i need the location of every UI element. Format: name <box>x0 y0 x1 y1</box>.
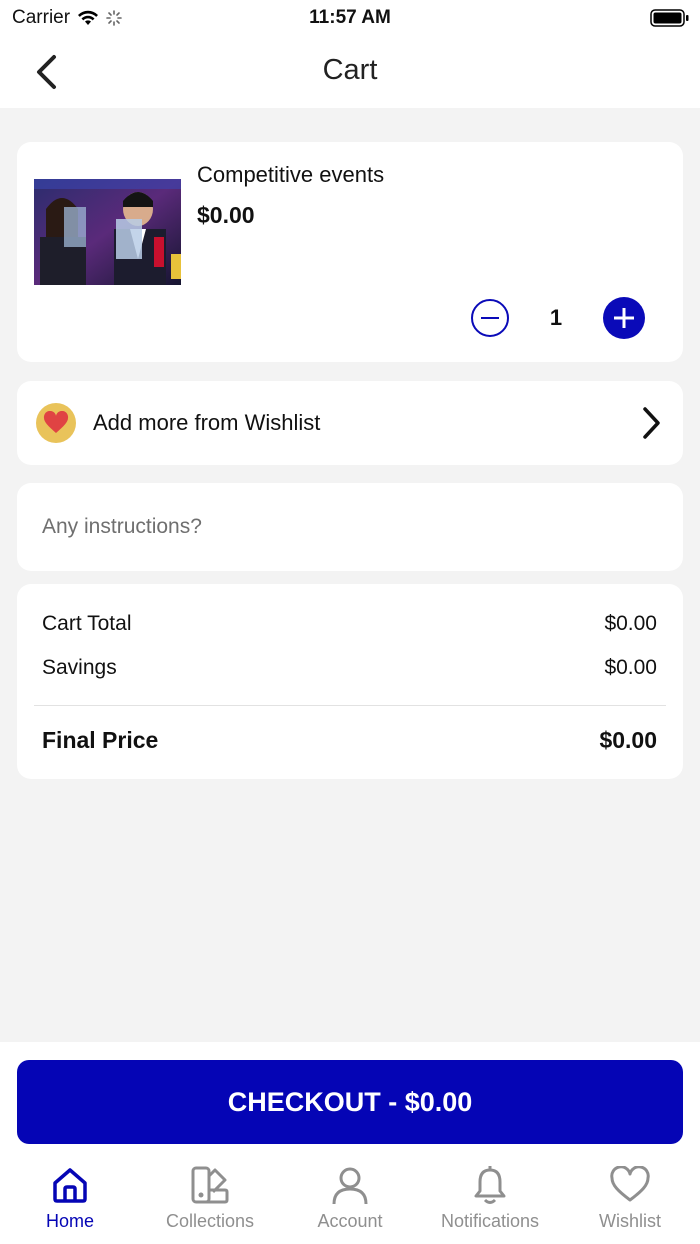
tab-notifications-label: Notifications <box>440 1211 540 1231</box>
item-price: $0.00 <box>197 202 255 228</box>
home-icon <box>53 1168 87 1203</box>
page-title: Cart <box>322 54 378 86</box>
navigation-bar: Cart <box>0 36 700 108</box>
minus-icon <box>481 317 499 319</box>
battery-icon <box>650 9 689 27</box>
account-icon <box>332 1167 368 1205</box>
bell-icon <box>474 1166 506 1204</box>
tab-wishlist[interactable]: Wishlist <box>560 1160 700 1244</box>
chevron-right-icon <box>643 407 660 439</box>
wishlist-heart-icon <box>36 403 76 443</box>
tab-collections-label: Collections <box>165 1211 255 1231</box>
increase-quantity-button[interactable] <box>603 297 645 339</box>
wishlist-row-label: Add more from Wishlist <box>93 410 321 435</box>
heart-icon <box>610 1166 650 1202</box>
collections-icon <box>191 1166 229 1204</box>
status-bar: Carrier 11:57 AM <box>0 0 700 36</box>
tab-home[interactable]: Home <box>0 1160 140 1244</box>
final-price-value: $0.00 <box>599 727 657 753</box>
quantity-value: 1 <box>549 305 563 330</box>
tab-account-label: Account <box>317 1211 383 1231</box>
event-photo-image <box>34 179 181 285</box>
tab-home-label: Home <box>45 1211 94 1231</box>
quantity-stepper: 1 <box>471 297 645 339</box>
tab-wishlist-label: Wishlist <box>599 1211 661 1231</box>
cart-total-value: $0.00 <box>604 612 657 635</box>
item-thumbnail[interactable] <box>34 179 181 285</box>
cart-item-card: Competitive events $0.00 1 <box>17 142 683 362</box>
savings-value: $0.00 <box>604 656 657 679</box>
price-summary-card: Cart Total $0.00 Savings $0.00 Final Pri… <box>17 584 683 779</box>
final-price-row: Final Price $0.00 <box>42 727 657 754</box>
instructions-input[interactable] <box>42 507 642 547</box>
tab-account[interactable]: Account <box>280 1160 420 1244</box>
final-price-label: Final Price <box>42 727 159 753</box>
cart-total-label: Cart Total <box>42 612 132 635</box>
instructions-card <box>17 483 683 571</box>
tab-notifications[interactable]: Notifications <box>420 1160 560 1244</box>
item-name[interactable]: Competitive events <box>197 162 384 188</box>
summary-divider <box>34 705 666 706</box>
tab-bar: Home Collections Account Notifications W… <box>0 1160 700 1244</box>
savings-label: Savings <box>42 656 117 679</box>
cart-total-row: Cart Total $0.00 <box>42 612 657 636</box>
tab-collections[interactable]: Collections <box>140 1160 280 1244</box>
checkout-button[interactable]: CHECKOUT - $0.00 <box>17 1060 683 1144</box>
decrease-quantity-button[interactable] <box>471 299 509 337</box>
savings-row: Savings $0.00 <box>42 656 657 680</box>
add-from-wishlist-row[interactable]: Add more from Wishlist <box>17 381 683 465</box>
clock: 11:57 AM <box>309 7 391 28</box>
